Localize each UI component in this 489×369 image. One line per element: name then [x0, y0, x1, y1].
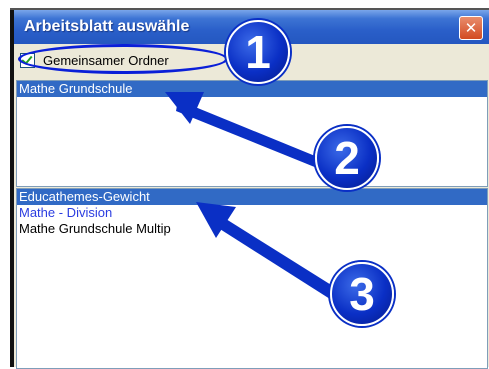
annotation-badge-1: 1 [226, 20, 290, 84]
highlight-oval [18, 44, 228, 74]
window-title: Arbeitsblatt auswähle [24, 18, 190, 35]
screenshot-edge [0, 0, 14, 367]
worksheet-list-item[interactable]: Educathemes-Gewicht [17, 189, 487, 205]
annotation-badge-3: 3 [330, 262, 394, 326]
worksheet-list[interactable]: Educathemes-Gewicht Mathe - Division Mat… [16, 188, 488, 369]
annotation-badge-2: 2 [315, 126, 379, 190]
worksheet-list-item[interactable]: Mathe - Division [17, 205, 487, 221]
close-icon: ✕ [464, 19, 478, 37]
worksheet-list-item[interactable]: Mathe Grundschule Multip [17, 221, 487, 237]
folder-list[interactable]: Mathe Grundschule [16, 80, 488, 187]
close-button[interactable]: ✕ [459, 16, 483, 40]
